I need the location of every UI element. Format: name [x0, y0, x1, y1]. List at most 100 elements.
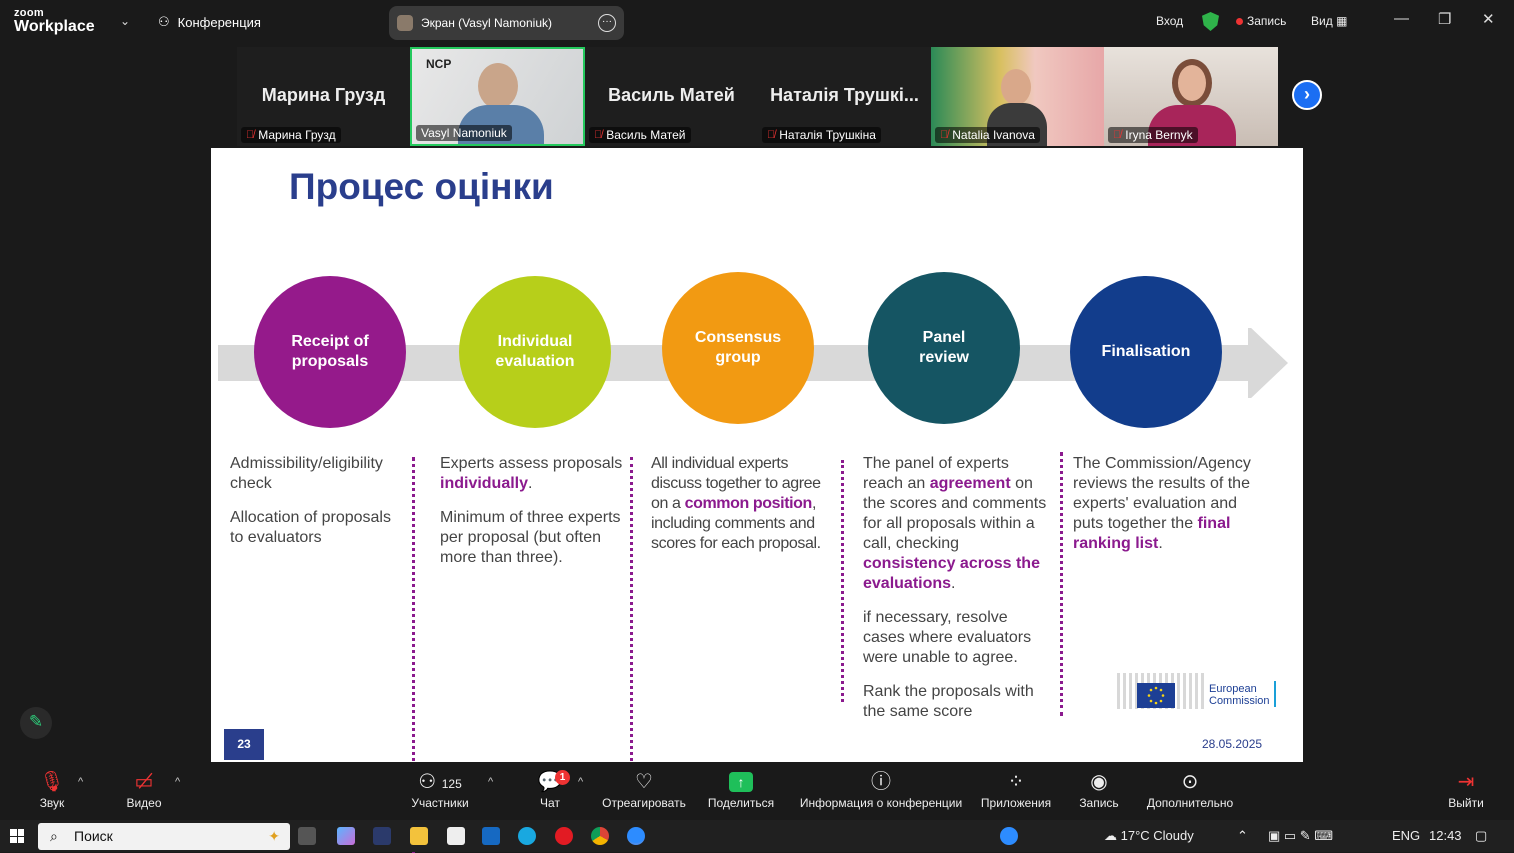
slide-date: 28.05.2025 [1202, 737, 1263, 751]
participant-tile[interactable]: 🎙̸ Natalia Ivanova [931, 47, 1104, 146]
participants-button[interactable]: ⚇ 125 Участники [408, 768, 472, 810]
stage-panel-review: Panel review [868, 272, 1020, 424]
top-bar: zoom Workplace ⌄ ⚇ Конференция Экран (Va… [0, 0, 1514, 46]
more-icon: ⊙ [1181, 771, 1199, 793]
record-button[interactable]: ◉ Запись [1076, 768, 1122, 810]
terminal-icon[interactable] [373, 827, 391, 845]
video-off-icon: ▭̸ [134, 771, 154, 793]
restore-icon[interactable]: ❐ [1438, 10, 1451, 28]
cloud-icon: ☁ [1104, 828, 1117, 843]
people-icon: ⚇ [158, 14, 170, 29]
mic-muted-icon: 🎙̸ [246, 129, 255, 141]
more-button[interactable]: ⊙ Дополнительно [1144, 768, 1236, 810]
chat-options-caret-icon[interactable]: ^ [578, 776, 583, 788]
copilot-icon[interactable] [337, 827, 355, 845]
opera-icon[interactable] [555, 827, 573, 845]
column-finalisation: The Commission/Agency reviews the result… [1073, 455, 1251, 552]
meeting-toolbar: 🎙 Звук ^ ▭̸ Видео ^ ⚇ 125 Участники ^ 💬 … [0, 762, 1514, 820]
stage-consensus: Consensus group [662, 272, 814, 424]
stage-individual-evaluation: Individual evaluation [459, 276, 611, 428]
tray-icons[interactable]: ▣ ▭ ✎ ⌨ [1268, 828, 1333, 844]
european-commission-logo: European Commission [1117, 663, 1282, 711]
tray-chevron-up-icon[interactable]: ⌃ [1237, 828, 1248, 844]
shared-slide: Процес оцінки Receipt of proposals Indiv… [211, 148, 1303, 853]
divider [841, 460, 844, 702]
search-icon: ⌕ [50, 828, 58, 844]
conference-menu[interactable]: ⚇ Конференция [158, 14, 261, 30]
language-indicator[interactable]: ENG [1392, 828, 1420, 843]
next-page-icon[interactable]: › [1292, 80, 1322, 110]
share-button[interactable]: ↑ Поделиться [706, 768, 776, 810]
record-dot-icon [1236, 18, 1243, 25]
share-arrow-icon: ↑ [729, 772, 753, 792]
person-face [478, 63, 518, 109]
participant-strip: Марина Грузд 🎙̸ Марина Грузд NCP Vasyl Na… [237, 47, 1278, 146]
view-button[interactable]: Вид ▦ [1311, 14, 1347, 28]
zoom-logo[interactable]: zoom Workplace [14, 8, 95, 35]
participant-tile-active[interactable]: NCP Vasyl Namoniuk [410, 47, 585, 146]
mic-muted-icon: 🎙̸ [1113, 129, 1122, 141]
audio-button[interactable]: 🎙 Звук [34, 768, 70, 810]
notifications-icon[interactable]: ▢ [1475, 828, 1487, 844]
record-status[interactable]: Запись [1236, 14, 1286, 28]
info-icon: ⓘ [871, 771, 891, 793]
help-icon[interactable] [1000, 827, 1018, 845]
divider [1060, 452, 1063, 716]
participant-tile[interactable]: 🎙̸ Iryna Bernyk [1104, 47, 1278, 146]
apps-button[interactable]: ⁘ Приложения [978, 768, 1054, 810]
participant-tile[interactable]: Василь Матей 🎙̸ Василь Матей [585, 47, 758, 146]
video-button[interactable]: ▭̸ Видео [122, 768, 166, 810]
leave-button[interactable]: ⇥ Выйти [1444, 768, 1488, 810]
person-face [1178, 65, 1206, 101]
column-individual: Experts assess proposals individually. M… [440, 455, 623, 566]
meeting-info-button[interactable]: ⓘ Информация о конференции [796, 768, 966, 810]
leave-icon: ⇥ [1457, 771, 1475, 793]
stage-finalisation: Finalisation [1070, 276, 1222, 428]
minimize-icon[interactable]: — [1394, 10, 1409, 27]
column-consensus: All individual experts discuss together … [651, 455, 821, 552]
react-button[interactable]: ♡ Отреагировать [600, 768, 688, 810]
chevron-down-icon[interactable]: ⌄ [120, 14, 130, 28]
login-button[interactable]: Вход [1156, 14, 1183, 28]
clock[interactable]: 12:43 [1429, 828, 1462, 843]
column-receipt: Admissibility/eligibility check Allocati… [230, 455, 391, 546]
participant-tile[interactable]: Наталія Трушкі... 🎙̸ Наталія Трушкіна [758, 47, 931, 146]
participants-icon: ⚇ [418, 771, 437, 793]
slide-title: Процес оцінки [289, 166, 554, 207]
mic-muted-icon: 🎙 [39, 771, 65, 793]
file-explorer-icon[interactable] [410, 827, 428, 845]
windows-start-icon[interactable] [10, 829, 24, 843]
participants-options-caret-icon[interactable]: ^ [488, 776, 493, 788]
mic-muted-icon: 🎙̸ [594, 129, 603, 141]
task-view-icon[interactable] [298, 827, 316, 845]
video-options-caret-icon[interactable]: ^ [175, 776, 180, 788]
taskbar-search[interactable]: ⌕ Поиск ✦ [38, 823, 290, 850]
eu-flag-icon [1137, 683, 1175, 708]
avatar [397, 15, 413, 31]
participant-tile[interactable]: Марина Грузд 🎙̸ Марина Грузд [237, 47, 410, 146]
weather-widget[interactable]: ☁ 17°C Cloudy [1104, 828, 1194, 844]
stage-receipt: Receipt of proposals [254, 276, 406, 428]
close-icon[interactable]: ✕ [1482, 10, 1495, 28]
audio-options-caret-icon[interactable]: ^ [78, 776, 83, 788]
apps-icon: ⁘ [1007, 771, 1025, 793]
grid-icon: ▦ [1336, 14, 1348, 28]
ncp-logo: NCP [426, 57, 452, 71]
heart-icon: ♡ [635, 771, 653, 793]
record-icon: ◉ [1090, 771, 1108, 793]
person-face [1001, 69, 1031, 105]
column-panel: The panel of experts reach an agreement … [863, 455, 1047, 720]
screen-share-pill[interactable]: Экран (Vasyl Namoniuk) ··· [389, 6, 624, 40]
more-options-icon[interactable]: ··· [598, 14, 616, 32]
zoom-taskbar-icon[interactable] [627, 827, 645, 845]
skype-icon[interactable] [518, 827, 536, 845]
chrome-icon[interactable] [591, 827, 609, 845]
sparkle-icon: ✦ [268, 828, 280, 844]
shield-icon[interactable] [1202, 12, 1219, 31]
annotate-pencil-icon[interactable]: ✎ [20, 707, 52, 739]
mic-muted-icon: 🎙̸ [940, 129, 949, 141]
notepad-icon[interactable] [447, 827, 465, 845]
mic-muted-icon: 🎙̸ [767, 129, 776, 141]
outlook-icon[interactable] [482, 827, 500, 845]
chat-unread-badge: 1 [555, 770, 570, 785]
